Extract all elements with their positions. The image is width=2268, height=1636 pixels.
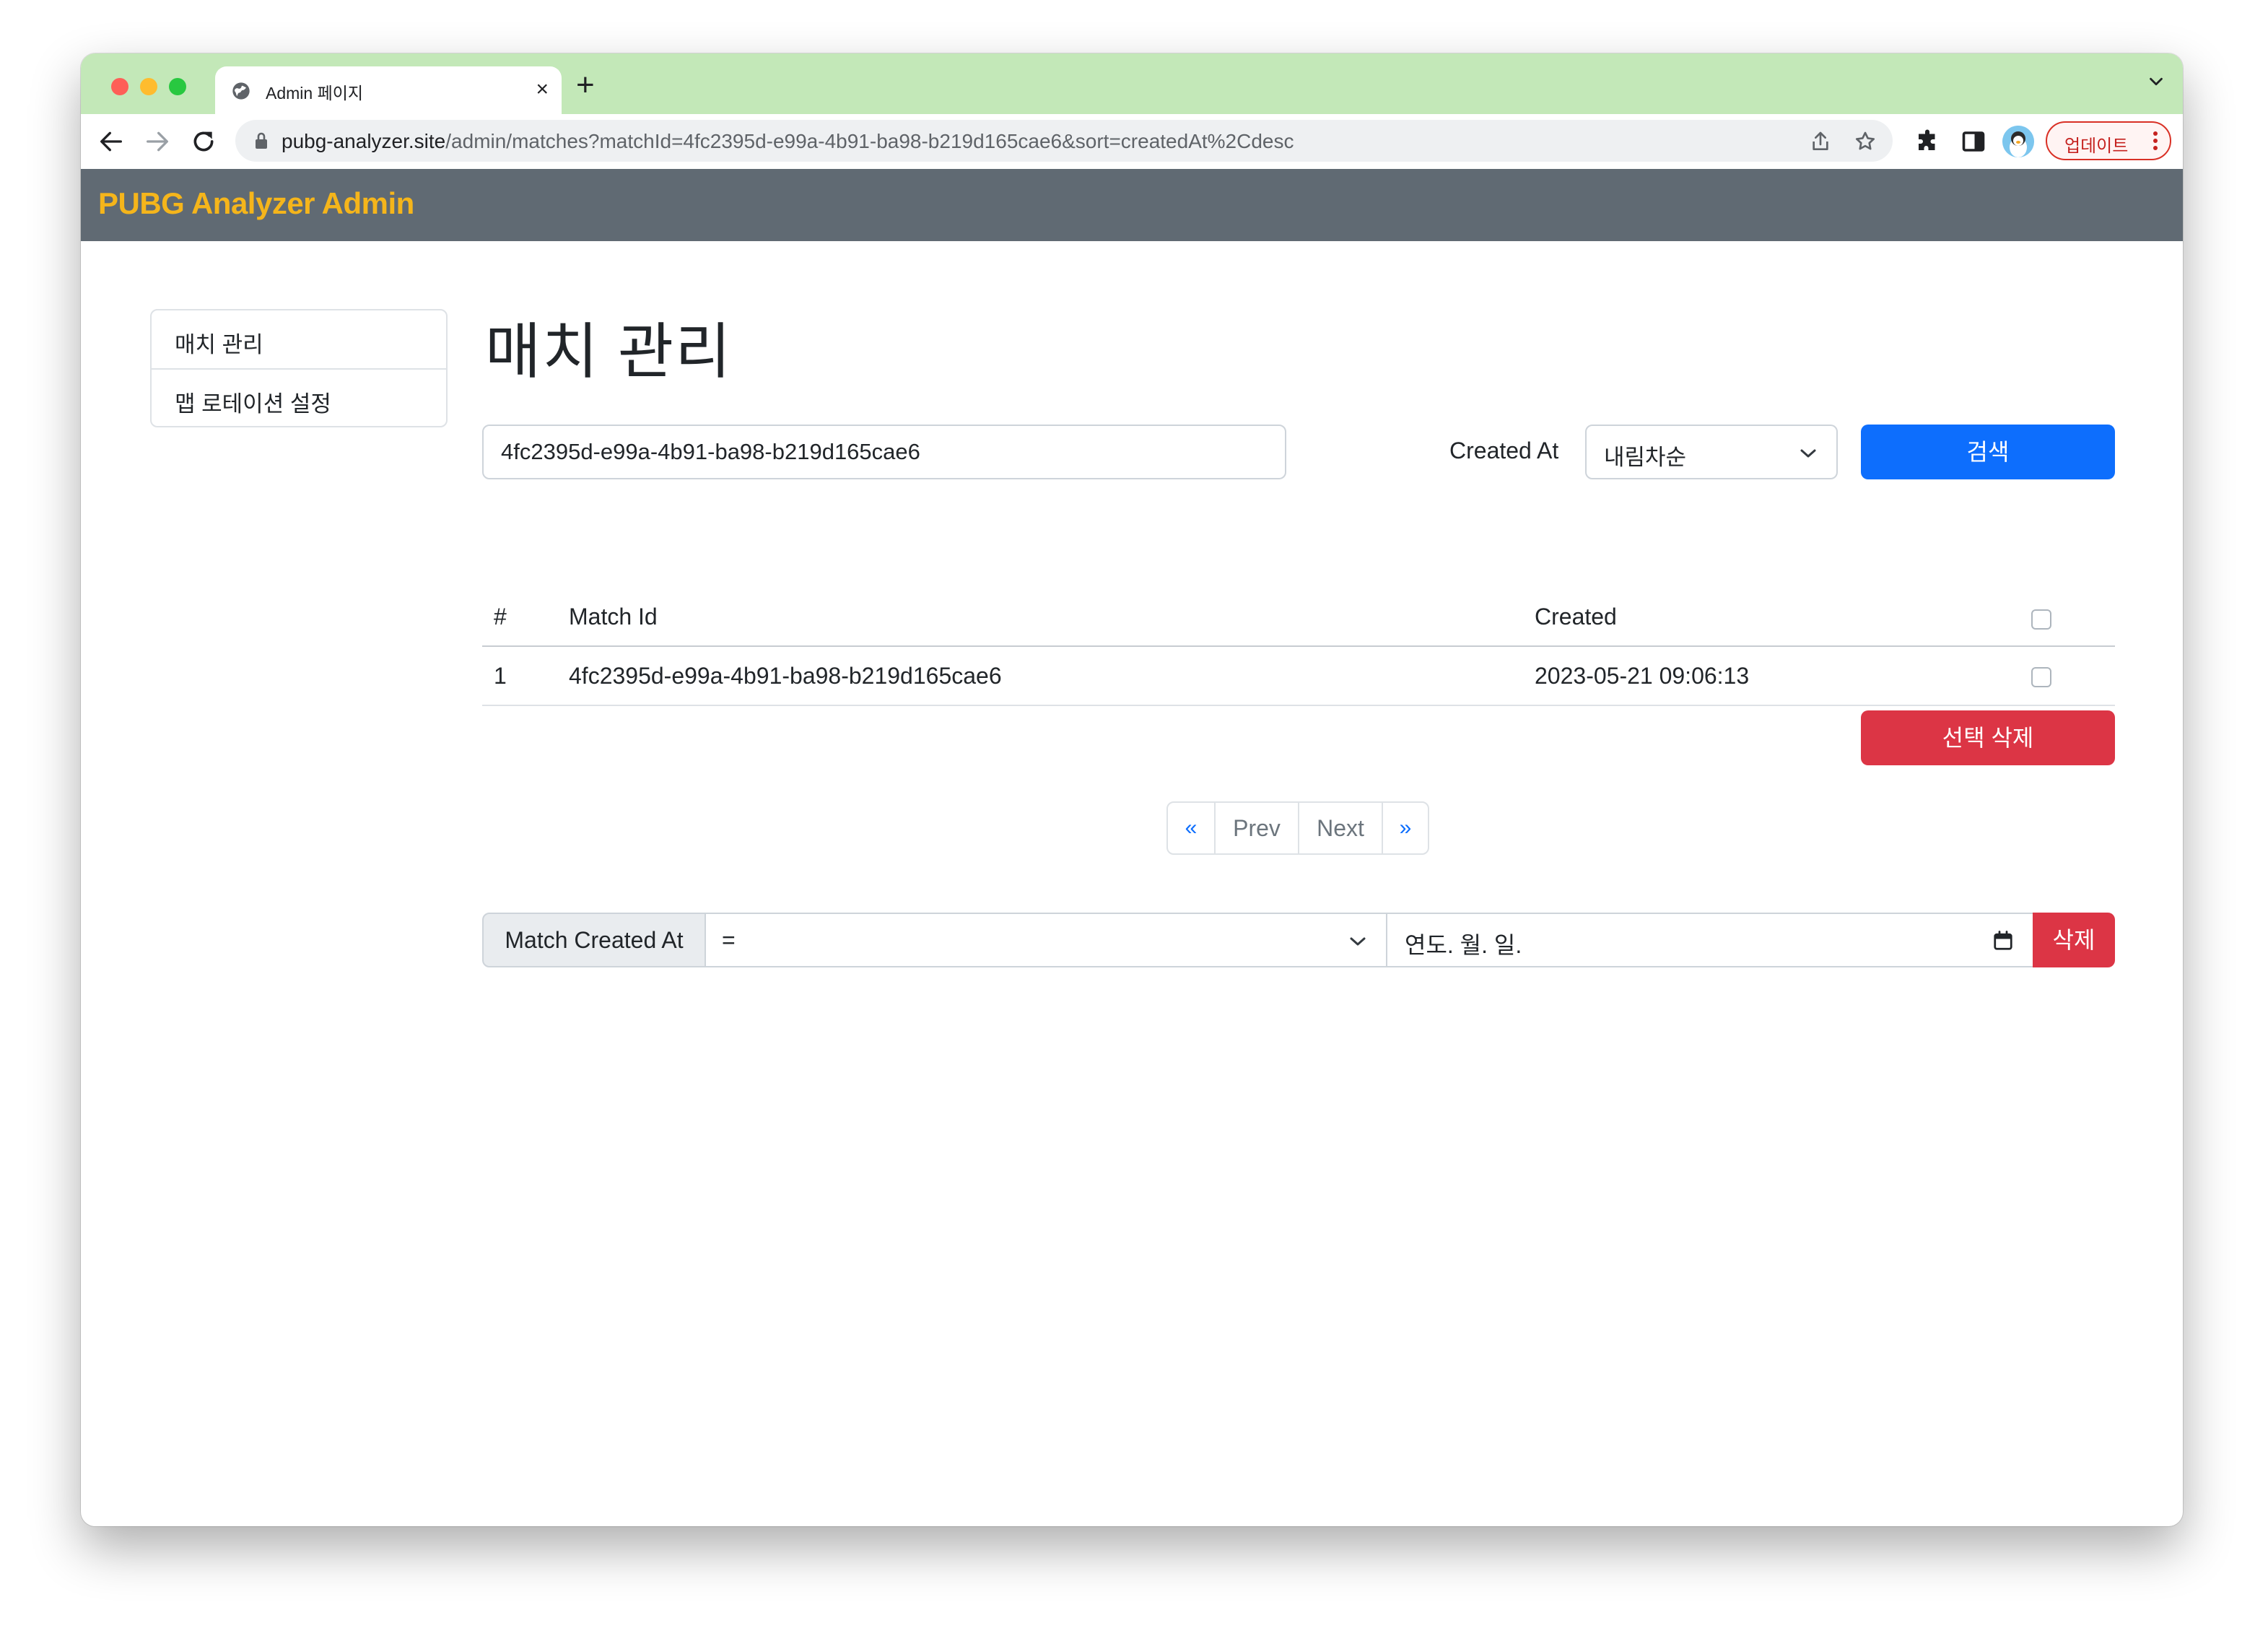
header-created: Created xyxy=(1535,604,1617,630)
last-page-button[interactable]: » xyxy=(1382,803,1428,853)
match-id-search-input[interactable]: 4fc2395d-e99a-4b91-ba98-b219d165cae6 xyxy=(482,425,1286,479)
table-header-row: # Match Id Created xyxy=(482,588,2115,647)
globe-icon xyxy=(232,82,250,100)
row-created: 2023-05-21 09:06:13 xyxy=(1535,663,1750,689)
filter-delete-button[interactable]: 삭제 xyxy=(2033,913,2115,967)
header-match-id: Match Id xyxy=(569,604,658,630)
prev-page-button[interactable]: Prev xyxy=(1214,803,1298,853)
filter-operator-select[interactable]: = xyxy=(705,913,1387,967)
update-label: 업데이트 xyxy=(2064,136,2129,156)
profile-avatar[interactable] xyxy=(2002,126,2034,157)
filter-label: Match Created At xyxy=(482,913,706,967)
pagination: « Prev Next » xyxy=(1166,801,1429,855)
select-all-checkbox[interactable] xyxy=(2031,609,2051,630)
side-panel-icon[interactable] xyxy=(1960,129,1986,155)
url-host: pubg-analyzer.site xyxy=(282,130,446,152)
tab-close-icon[interactable]: × xyxy=(536,77,549,103)
chevron-down-icon xyxy=(1800,449,1816,458)
browser-window: Admin 페이지 × + pubg-analyzer.site/admin/m… xyxy=(81,53,2183,1526)
tab-strip: Admin 페이지 × + xyxy=(81,53,2183,114)
delete-selected-button[interactable]: 선택 삭제 xyxy=(1861,710,2115,765)
row-match-id: 4fc2395d-e99a-4b91-ba98-b219d165cae6 xyxy=(569,663,1002,689)
table-row: 1 4fc2395d-e99a-4b91-ba98-b219d165cae6 2… xyxy=(482,647,2115,706)
sort-order-select[interactable]: 내림차순 xyxy=(1585,425,1838,479)
reload-icon[interactable] xyxy=(189,127,218,156)
page-title: 매치 관리 xyxy=(485,318,733,386)
browser-tab-admin[interactable]: Admin 페이지 × xyxy=(215,66,562,114)
update-button[interactable]: 업데이트 xyxy=(2046,121,2171,160)
row-number: 1 xyxy=(494,663,507,689)
url-text: pubg-analyzer.site/admin/matches?matchId… xyxy=(282,130,1294,153)
extensions-puzzle-icon[interactable] xyxy=(1914,129,1940,155)
address-bar[interactable]: pubg-analyzer.site/admin/matches?matchId… xyxy=(235,120,1893,162)
first-page-button[interactable]: « xyxy=(1168,803,1214,853)
matches-table: # Match Id Created 1 4fc2395d-e99a-4b91-… xyxy=(482,588,2115,706)
filter-operator-value: = xyxy=(722,927,736,953)
sort-label: Created At xyxy=(1449,438,1559,464)
date-placeholder: 연도. 월. 일. xyxy=(1405,932,1522,958)
sidebar-item-map-rotation-settings[interactable]: 맵 로테이션 설정 xyxy=(152,368,446,426)
search-button[interactable]: 검색 xyxy=(1861,425,2115,479)
sidebar: 매치 관리 맵 로테이션 설정 xyxy=(150,309,448,427)
chevron-down-icon[interactable] xyxy=(2145,71,2167,92)
new-tab-button[interactable]: + xyxy=(576,69,595,101)
more-vert-icon xyxy=(2153,131,2158,150)
back-arrow-icon[interactable] xyxy=(97,127,126,156)
calendar-icon[interactable] xyxy=(1992,930,2014,952)
zoom-window-button[interactable] xyxy=(169,78,186,95)
row-checkbox[interactable] xyxy=(2031,667,2051,687)
lock-icon xyxy=(256,132,267,149)
tab-title: Admin 페이지 xyxy=(266,84,364,103)
date-filter-row: Match Created At = 연도. 월. 일. 삭제 xyxy=(482,913,2115,967)
brand-logo-text[interactable]: PUBG Analyzer Admin xyxy=(98,186,414,221)
sort-order-value: 내림차순 xyxy=(1604,445,1687,470)
app-navbar: PUBG Analyzer Admin xyxy=(81,169,2183,241)
next-page-button[interactable]: Next xyxy=(1298,803,1382,853)
filter-date-input[interactable]: 연도. 월. 일. xyxy=(1386,913,2034,967)
close-window-button[interactable] xyxy=(111,78,128,95)
share-icon[interactable] xyxy=(1809,130,1832,153)
forward-arrow-icon[interactable] xyxy=(143,127,172,156)
sidebar-item-match-management[interactable]: 매치 관리 xyxy=(152,310,446,368)
bookmark-star-icon[interactable] xyxy=(1854,130,1877,153)
header-number: # xyxy=(494,604,507,630)
browser-toolbar: pubg-analyzer.site/admin/matches?matchId… xyxy=(81,114,2183,170)
chevron-down-icon xyxy=(1350,937,1366,946)
penguin-avatar-icon xyxy=(2002,126,2034,157)
minimize-window-button[interactable] xyxy=(140,78,157,95)
url-path: /admin/matches?matchId=4fc2395d-e99a-4b9… xyxy=(445,130,1294,152)
